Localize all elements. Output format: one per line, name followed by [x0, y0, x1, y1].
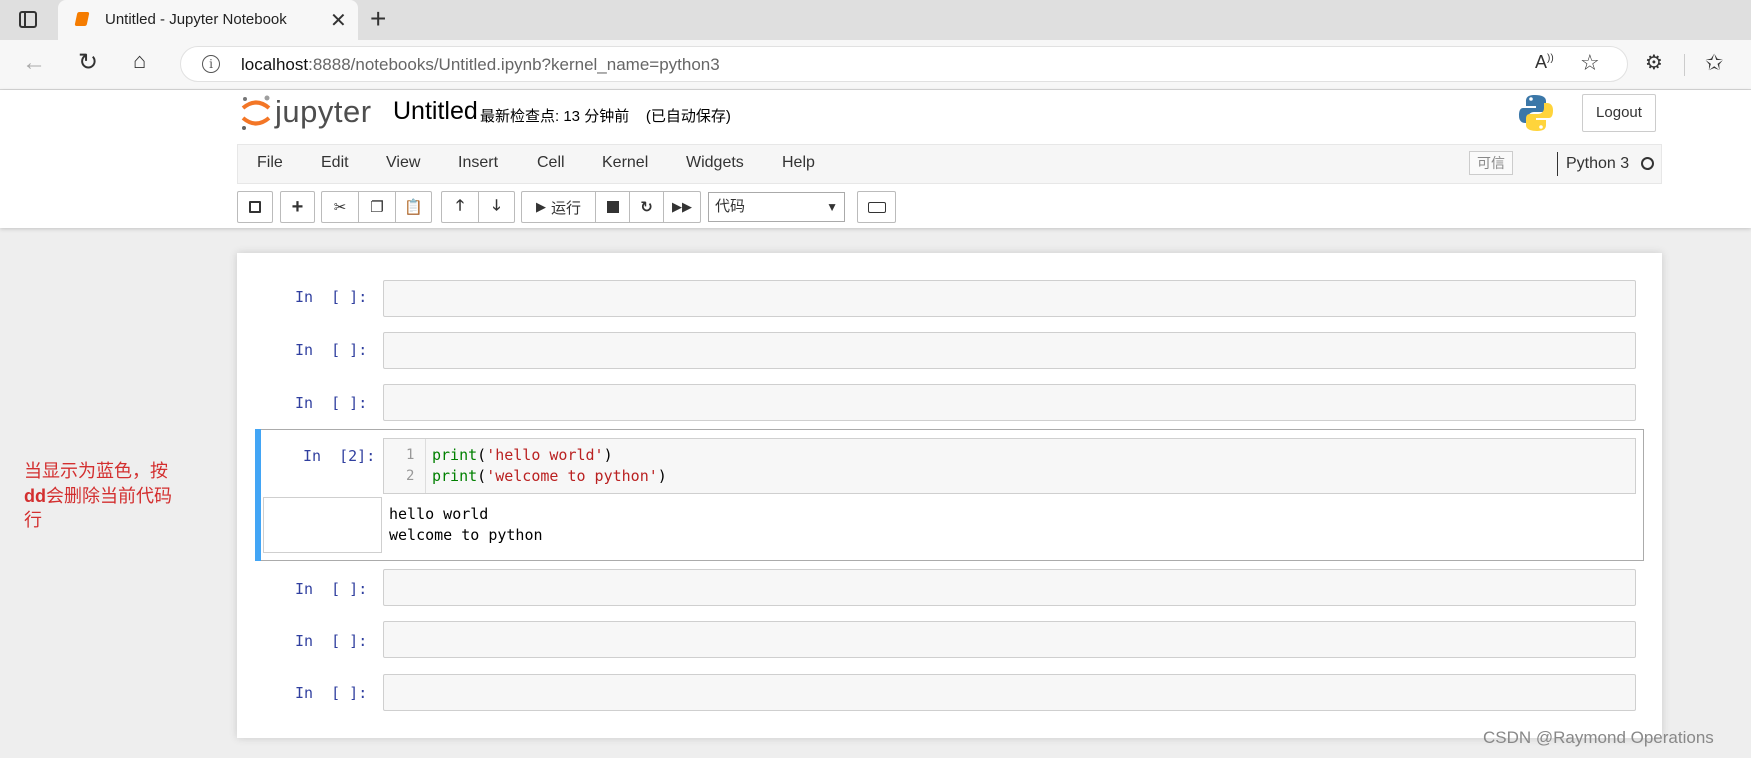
close-tab-icon[interactable]: ✕: [330, 8, 347, 33]
cut-button[interactable]: ✂: [321, 191, 359, 223]
line-number-gutter: [384, 439, 426, 493]
tab-title: Untitled - Jupyter Notebook: [105, 11, 287, 28]
plus-icon: +: [291, 195, 304, 218]
code-line: print('hello world'): [432, 446, 613, 464]
command-mode-indicator: [255, 429, 261, 561]
stop-icon: [606, 201, 619, 213]
keyboard-icon: [867, 201, 886, 213]
new-tab-icon[interactable]: +: [370, 3, 386, 35]
checkpoint-status: 最新检查点: 13 分钟前 (已自动保存): [480, 108, 731, 125]
chevron-down-icon: ▼: [826, 200, 838, 214]
menu-help[interactable]: Help: [782, 154, 815, 172]
restart-run-all-button[interactable]: ▶▶: [663, 191, 701, 223]
cell-prompt: In [ ]:: [295, 580, 368, 598]
add-favorite-icon[interactable]: ☆: [1580, 50, 1600, 76]
jupyter-logo-text[interactable]: jupyter: [275, 94, 372, 130]
arrow-up-icon: 🡑: [456, 196, 464, 214]
save-button[interactable]: [237, 191, 273, 223]
fast-forward-icon: ▶▶: [672, 199, 692, 214]
code-cell-input[interactable]: [383, 569, 1636, 606]
line-number: 2: [406, 468, 415, 484]
watermark: CSDN @Raymond Operations: [1483, 728, 1714, 747]
restart-icon: ↻: [640, 199, 653, 216]
notebook-title[interactable]: Untitled: [393, 97, 478, 126]
code-cell-input[interactable]: [383, 621, 1636, 658]
cell-prompt: In [ ]:: [295, 288, 368, 306]
code-cell-input[interactable]: [383, 280, 1636, 317]
arrow-down-icon: 🡓: [492, 196, 501, 214]
menu-view[interactable]: View: [386, 154, 420, 172]
scissors-icon: ✂: [333, 199, 347, 216]
kernel-status-icon: [1641, 157, 1654, 170]
active-cell-prompt: In [2]:: [303, 447, 376, 465]
move-down-button[interactable]: 🡓: [478, 191, 515, 223]
output-line: hello world: [389, 505, 489, 523]
paste-button[interactable]: 📋: [395, 191, 432, 223]
site-info-icon[interactable]: i: [202, 55, 220, 73]
read-aloud-icon[interactable]: A)): [1535, 52, 1554, 73]
run-button[interactable]: ▶ 运行: [521, 191, 596, 223]
tab-actions-icon[interactable]: [19, 11, 37, 28]
cell-prompt: In [ ]:: [295, 632, 368, 650]
output-prompt-area[interactable]: [263, 497, 382, 553]
menu-cell[interactable]: Cell: [537, 154, 565, 172]
refresh-icon[interactable]: ↻: [78, 48, 98, 77]
code-cell-input[interactable]: [383, 674, 1636, 711]
copy-icon: ❐: [370, 199, 384, 216]
output-line: welcome to python: [389, 526, 543, 544]
menu-insert[interactable]: Insert: [458, 154, 498, 172]
cell-type-value: 代码: [715, 198, 746, 215]
jupyter-logo-icon[interactable]: [240, 95, 272, 131]
trusted-indicator[interactable]: 可信: [1469, 151, 1513, 175]
url-text[interactable]: localhost:8888/notebooks/Untitled.ipynb?…: [241, 55, 720, 75]
favorites-icon[interactable]: ✩: [1705, 50, 1723, 76]
move-up-button[interactable]: 🡑: [441, 191, 479, 223]
code-line: print('welcome to python'): [432, 467, 667, 485]
cell-type-select[interactable]: 代码 ▼: [708, 192, 845, 222]
cell-prompt: In [ ]:: [295, 394, 368, 412]
command-palette-button[interactable]: [857, 191, 896, 223]
menu-kernel[interactable]: Kernel: [602, 154, 648, 172]
copy-button[interactable]: ❐: [358, 191, 396, 223]
cell-prompt: In [ ]:: [295, 341, 368, 359]
line-number: 1: [406, 447, 415, 463]
back-icon[interactable]: ←: [22, 49, 46, 77]
restart-button[interactable]: ↻: [629, 191, 664, 223]
logout-button[interactable]: Logout: [1582, 94, 1656, 132]
code-cell-input[interactable]: [383, 332, 1636, 369]
home-icon[interactable]: ⌂: [133, 48, 146, 74]
save-icon: [249, 201, 261, 213]
paste-icon: 📋: [404, 199, 423, 216]
code-cell-input[interactable]: [383, 384, 1636, 421]
kernel-divider: [1557, 152, 1558, 176]
insert-cell-button[interactable]: +: [280, 191, 315, 223]
menu-edit[interactable]: Edit: [321, 154, 349, 172]
menu-widgets[interactable]: Widgets: [686, 154, 744, 172]
kernel-name[interactable]: Python 3: [1566, 155, 1629, 173]
extensions-icon[interactable]: ⚙: [1645, 50, 1663, 75]
menu-file[interactable]: File: [257, 154, 283, 172]
cell-prompt: In [ ]:: [295, 684, 368, 702]
python-logo-icon: [1519, 95, 1553, 131]
menu-bar: [237, 144, 1662, 184]
run-label: 运行: [550, 199, 581, 217]
toolbar-divider: [1684, 54, 1685, 76]
play-icon: ▶: [535, 199, 546, 214]
annotation-note: 当显示为蓝色，按 dd会删除当前代码行: [24, 461, 172, 531]
interrupt-button[interactable]: [595, 191, 630, 223]
